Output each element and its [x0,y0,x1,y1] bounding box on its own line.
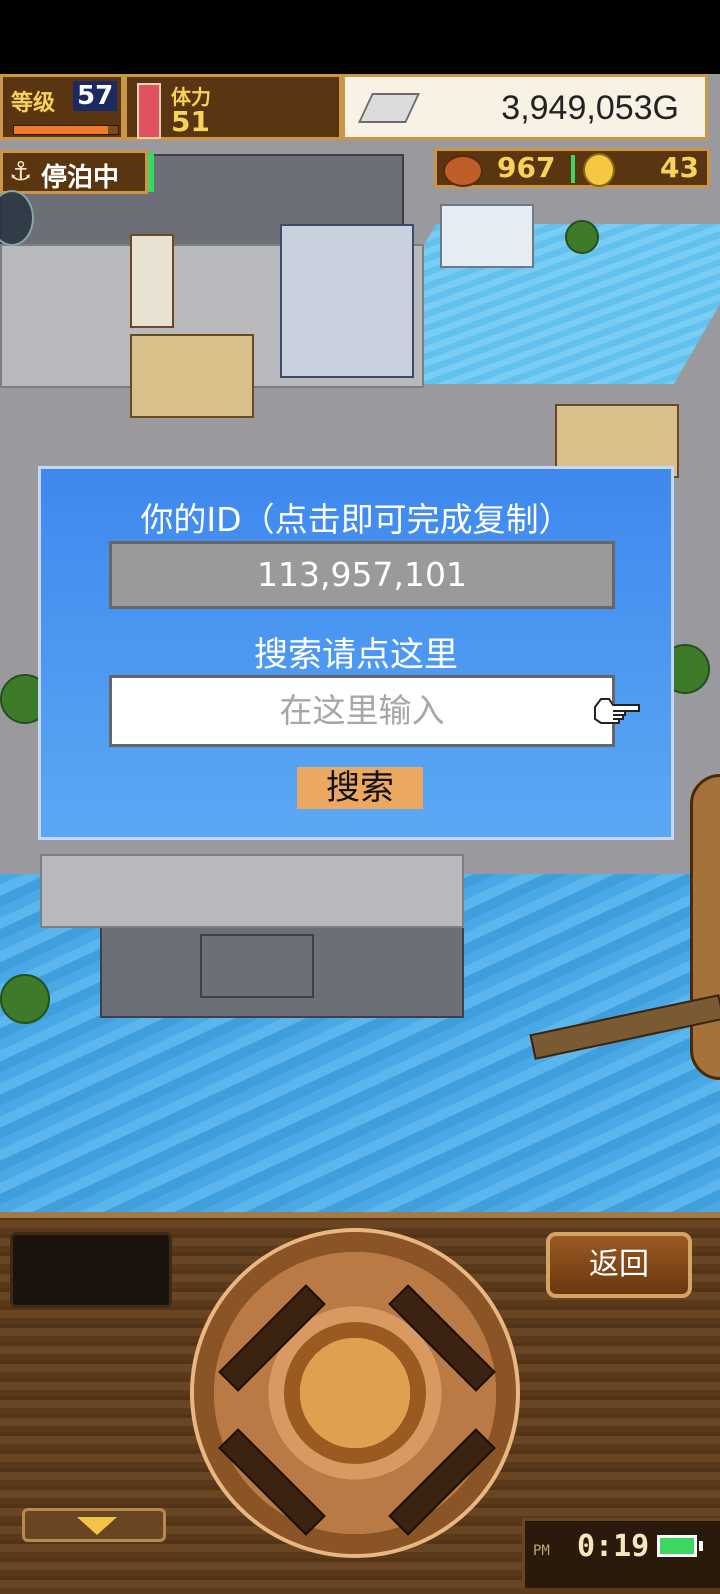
lighthouse[interactable] [130,234,174,328]
clock: PM 0:19 [522,1518,720,1588]
docked-indicator [148,152,154,192]
gold-panel[interactable]: 3,949,053G [342,74,708,140]
clock-ampm: PM [533,1543,550,1559]
down-arrow-icon [77,1517,117,1535]
menu-toggle-button[interactable] [22,1508,166,1542]
docked-label: 停泊中 [41,163,120,193]
stamina-gauge [137,83,161,139]
search-label: 搜索请点这里 [254,635,458,675]
castle-tower[interactable] [280,224,414,378]
experience-bar [13,125,119,135]
food-value: 967 [497,151,556,184]
ingot-icon [358,93,420,123]
resource-divider [571,155,575,183]
docked-status[interactable]: ⚓ 停泊中 [0,150,148,194]
clock-time: 0:19 [577,1529,650,1564]
wooden-house[interactable] [130,334,254,418]
dpad-center-button[interactable] [284,1322,426,1464]
anchor-icon: ⚓ [9,157,33,187]
player-id-copy-box[interactable]: 113,957,101 [109,541,615,609]
pointing-hand-icon [594,698,640,724]
back-button[interactable]: 返回 [546,1232,692,1298]
mystery-blocks[interactable] [440,204,534,268]
status-bar [0,0,720,74]
dialog-title: 你的ID（点击即可完成复制） [140,500,572,539]
resources-panel[interactable]: 967 43 [434,148,710,188]
level-value: 57 [73,81,118,111]
battery-icon [657,1535,697,1557]
friend-id-dialog: 你的ID（点击即可完成复制） 113,957,101 搜索请点这里 在这里输入 … [38,466,674,840]
harbor-walkway [40,854,464,928]
food-icon [443,155,483,187]
battery-tip [699,1541,703,1551]
stamina-value: 51 [171,105,210,138]
search-input[interactable]: 在这里输入 [109,675,615,747]
gold-value: 3,949,053G [501,89,679,127]
stamina-panel[interactable]: 体力 51 [124,74,342,140]
coin-icon [583,153,615,187]
coin-value: 43 [660,151,699,184]
level-label: 等级 [11,91,56,116]
ship-hull[interactable] [690,774,720,1080]
search-button[interactable]: 搜索 [297,767,423,809]
message-screen [10,1232,172,1308]
tree [565,220,599,254]
level-panel[interactable]: 等级 57 [0,74,124,140]
harbor-tower [200,934,314,998]
tree [0,974,50,1024]
